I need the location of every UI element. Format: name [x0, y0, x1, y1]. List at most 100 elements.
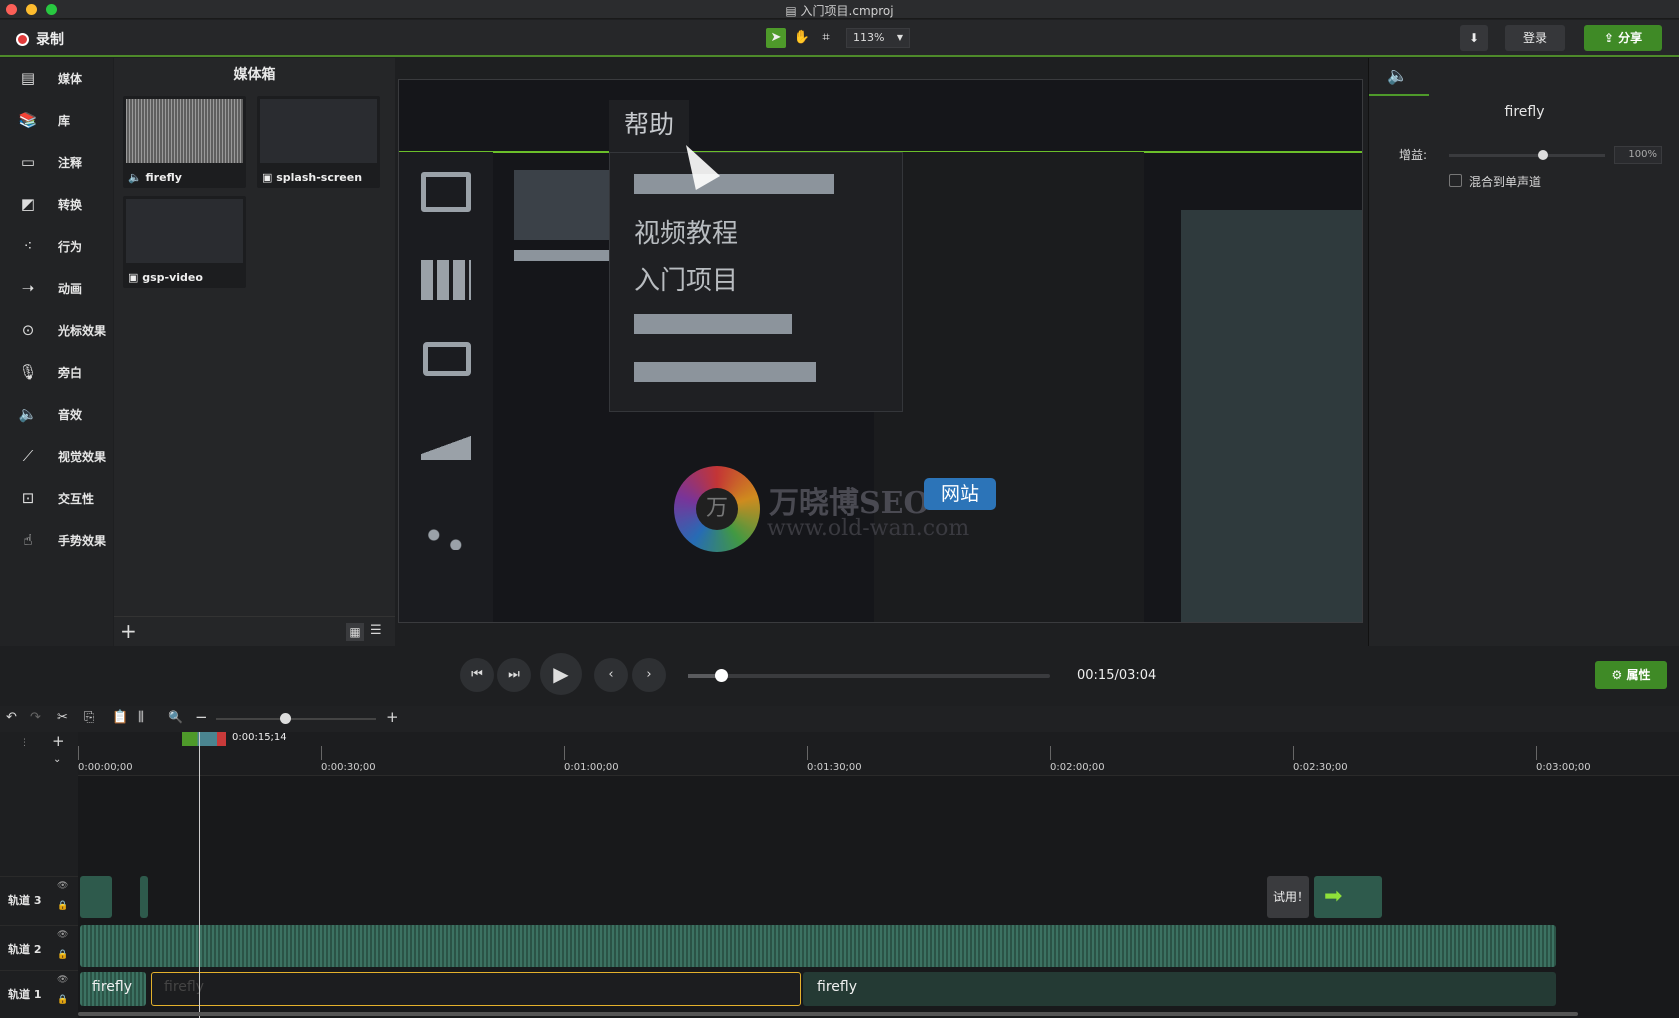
left-sidebar: ▤ 媒体 📚 库 ▭ 注释 ◩ 转换 ⁖ 行为 ➝ 动画 ⊙ 光标效果 🎙 旁白 🔈 音效 ⟋ 视觉效果 ⊡ 交互性 ☝ 手势… — [0, 58, 113, 646]
gain-slider-knob[interactable] — [1537, 150, 1548, 160]
split-icon[interactable]: ⫼ — [138, 710, 144, 725]
ruler-tick-mark — [564, 746, 565, 760]
download-icon: ⬇ — [1468, 31, 1480, 45]
sidebar-item-behavior[interactable]: ⁖ 行为 — [0, 226, 113, 266]
eye-icon[interactable]: 👁 — [57, 975, 68, 985]
list-view-icon[interactable]: ☰ — [370, 623, 382, 638]
share-label: 分享 — [1618, 31, 1643, 45]
sidebar-item-library[interactable]: 📚 库 — [0, 100, 113, 140]
hand-gesture-icon: ☝ — [23, 531, 33, 549]
gain-slider[interactable] — [1449, 150, 1605, 160]
properties-button[interactable]: ⚙ 属性 — [1595, 661, 1667, 689]
canvas-thumb-block — [514, 170, 609, 240]
chevron-down-icon[interactable]: ⌄ — [53, 754, 61, 765]
gain-value-field[interactable]: 100% — [1614, 146, 1662, 164]
ruler-tick-label: 0:00:30;00 — [321, 762, 376, 773]
scrub-knob[interactable] — [714, 669, 728, 682]
mono-checkbox[interactable] — [1449, 174, 1462, 187]
next-marker-button[interactable]: › — [632, 658, 666, 692]
add-media-icon[interactable]: + — [120, 619, 137, 643]
ruler-tick-mark — [78, 746, 79, 760]
sidebar-item-label: 视觉效果 — [58, 449, 107, 464]
play-button[interactable]: ▶ — [540, 653, 582, 695]
timeline-zoom-slider[interactable] — [216, 713, 376, 724]
track2-audio-clip[interactable] — [80, 925, 1556, 967]
sidebar-item-interactive[interactable]: ⊡ 交互性 — [0, 478, 113, 518]
sidebar-item-annotation[interactable]: ▭ 注释 — [0, 142, 113, 182]
zoom-out-icon[interactable]: − — [195, 708, 208, 726]
pan-hand-icon[interactable]: ✋ — [792, 28, 812, 48]
menu-item-getting-started[interactable]: 入门项目 — [634, 260, 738, 297]
ruler-tick-mark — [1536, 746, 1537, 760]
sidebar-item-label: 注释 — [58, 155, 83, 170]
track1-selected-clip[interactable]: firefly — [151, 972, 801, 1006]
record-button[interactable]: 录制 — [16, 29, 64, 49]
select-tool-icon[interactable]: ➤ — [766, 28, 786, 48]
cut-icon[interactable]: ✂ — [57, 710, 68, 725]
lock-icon[interactable]: 🔒 — [57, 950, 68, 960]
previous-marker-button[interactable]: ‹ — [594, 658, 628, 692]
crop-icon[interactable]: ⌗ — [816, 28, 836, 48]
audio-tab[interactable]: 🔈 — [1369, 58, 1429, 96]
ruler-tick-label: 0:02:00;00 — [1050, 762, 1105, 773]
watermark-logo: 万 — [674, 466, 760, 552]
arrow-right-icon: ➡ — [1324, 884, 1343, 909]
sidebar-item-transition[interactable]: ◩ 转换 — [0, 184, 113, 224]
track-header[interactable]: 轨道 2 👁 🔒 — [0, 925, 78, 969]
video-icon: ▣ — [128, 271, 143, 284]
login-button[interactable]: 登录 — [1505, 25, 1565, 51]
canvas-dark-panel — [874, 152, 1144, 622]
playhead-marker[interactable] — [182, 732, 226, 746]
bin-item-label: splash-screen — [276, 171, 363, 184]
microphone-icon: 🎙 — [18, 363, 38, 381]
copy-icon[interactable]: ⎘ — [84, 710, 94, 725]
paste-icon[interactable]: 📋 — [112, 710, 128, 725]
callout-clip-label: 试用！ — [1273, 890, 1310, 904]
track-header[interactable]: 轨道 1 👁 🔒 — [0, 970, 78, 1014]
redo-icon[interactable]: ↷ — [30, 710, 41, 725]
zoom-in-icon[interactable]: + — [386, 708, 399, 726]
timeline-ruler[interactable]: 0:00:15;14 0:00:00;00 0:00:30;00 0:01:00;0… — [78, 732, 1679, 776]
help-menu-title[interactable]: 帮助 — [609, 100, 689, 152]
track1-audio-clip-2[interactable]: firefly — [803, 972, 1556, 1006]
sidebar-item-hand-gesture[interactable]: ☝ 手势效果 — [0, 520, 113, 560]
undo-icon[interactable]: ↶ — [6, 710, 17, 725]
record-label: 录制 — [36, 32, 64, 48]
sidebar-item-cursor-effect[interactable]: ⊙ 光标效果 — [0, 310, 113, 350]
track3-clip[interactable] — [80, 876, 112, 918]
zoom-select[interactable]: 113% ▼ — [846, 28, 910, 48]
eye-icon[interactable]: 👁 — [57, 930, 68, 940]
share-button[interactable]: ⇪ 分享 — [1584, 25, 1662, 51]
eye-icon[interactable]: 👁 — [57, 881, 68, 891]
bin-item-splash-screen[interactable]: ▣ splash-screen — [257, 96, 380, 188]
speaker-icon: 🔈 — [1387, 66, 1409, 86]
sidebar-item-media[interactable]: ▤ 媒体 — [0, 58, 113, 98]
grid-view-icon[interactable]: ▦ — [346, 623, 364, 641]
timeline-scrollbar[interactable] — [78, 1012, 1578, 1016]
menu-item-video-tutorials[interactable]: 视频教程 — [634, 213, 738, 250]
bin-item-firefly[interactable]: 🔈 firefly — [123, 96, 246, 188]
sidebar-item-speaker[interactable]: 🔈 音效 — [0, 394, 113, 434]
lock-icon[interactable]: 🔒 — [57, 901, 68, 911]
sidebar-item-wand[interactable]: ⟋ 视觉效果 — [0, 436, 113, 476]
track3-clip[interactable] — [140, 876, 148, 918]
timeline-zoom-knob[interactable] — [280, 713, 291, 724]
track3-callout-clip[interactable]: 试用！ — [1267, 876, 1309, 918]
track3-arrow-clip[interactable]: ➡ — [1314, 876, 1382, 918]
track-header[interactable]: 轨道 3 👁 🔒 — [0, 876, 78, 920]
add-track-icon[interactable]: + — [52, 732, 65, 750]
step-forward-button[interactable]: ⏭ — [497, 658, 531, 692]
zoom-icon[interactable]: 🔍 — [168, 710, 183, 724]
download-button[interactable]: ⬇ — [1460, 25, 1488, 51]
sidebar-item-animation[interactable]: ➝ 动画 — [0, 268, 113, 308]
lock-icon[interactable]: 🔒 — [57, 995, 68, 1005]
track-height-icon[interactable]: ⋮ — [20, 738, 29, 748]
scrub-bar[interactable] — [688, 669, 1050, 682]
track-name: 轨道 1 — [8, 988, 42, 1001]
preview-canvas[interactable]: 帮助 视频教程 入门项目 万 万晓博SEO 网站 www.old-wan.com — [398, 79, 1363, 623]
bin-item-gsp-video[interactable]: ▣ gsp-video — [123, 196, 246, 288]
sidebar-item-microphone[interactable]: 🎙 旁白 — [0, 352, 113, 392]
menu-placeholder-bar — [634, 314, 792, 334]
zoom-value: 113% — [853, 31, 885, 44]
step-back-button[interactable]: ⏮ — [460, 658, 494, 692]
